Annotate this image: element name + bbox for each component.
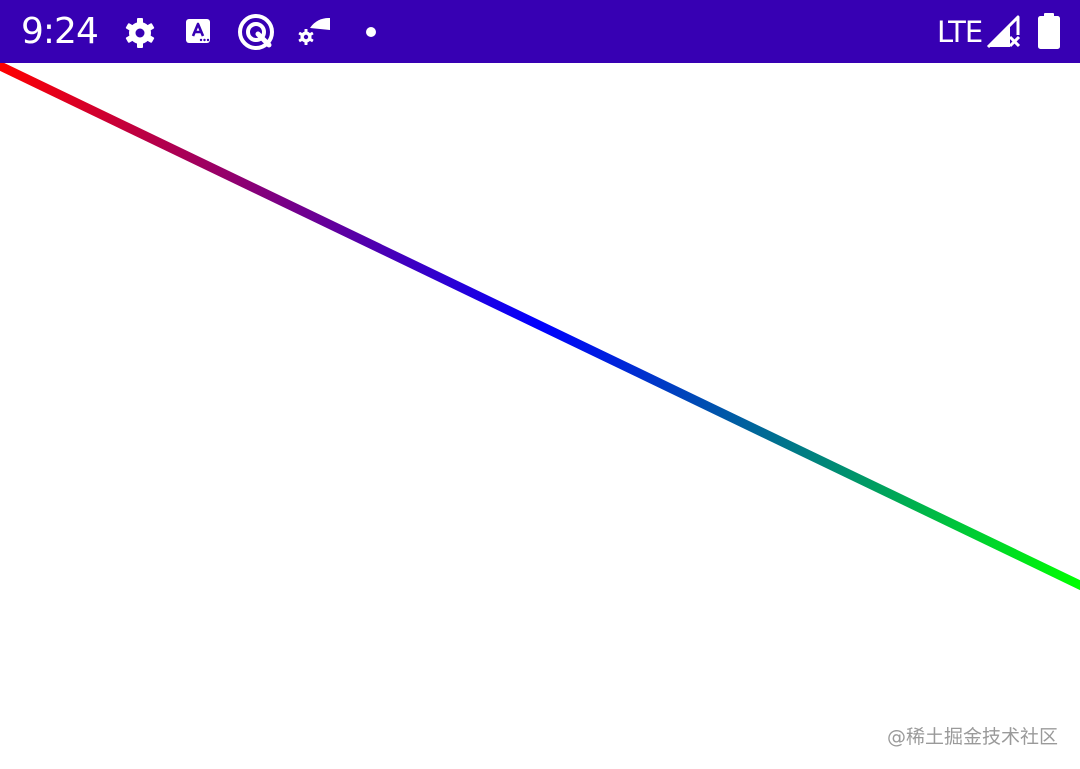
accessibility-a-icon <box>186 19 210 43</box>
status-time: 9:24 <box>21 11 99 52</box>
notification-dot-icon <box>366 27 376 37</box>
status-bar: 9:24 LTE <box>0 0 1080 63</box>
watermark-text: @稀土掘金技术社区 <box>886 726 1058 748</box>
battery-full-icon <box>1038 13 1060 49</box>
wifi-settings-icon <box>298 17 330 45</box>
gradient-line <box>0 63 1080 591</box>
network-type-label: LTE <box>937 15 983 49</box>
gradient-line-canvas <box>0 63 1080 591</box>
settings-icon <box>125 18 155 48</box>
app-q-icon <box>238 14 274 50</box>
drawing-canvas <box>0 63 1080 769</box>
signal-no-service-icon <box>986 15 1021 49</box>
